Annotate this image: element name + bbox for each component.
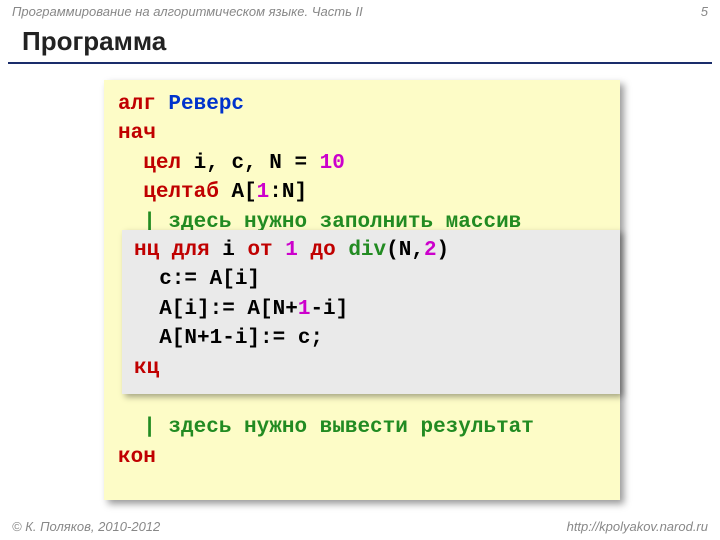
arr-b: :N] bbox=[269, 181, 307, 204]
footer: © К. Поляков, 2010-2012 http://kpolyakov… bbox=[12, 519, 708, 534]
course-title: Программирование на алгоритмическом язык… bbox=[12, 4, 363, 19]
kw-alg: алг bbox=[118, 93, 168, 116]
top-bar: Программирование на алгоритмическом язык… bbox=[12, 4, 708, 19]
kw-nach: нач bbox=[118, 122, 156, 145]
kw-ot: от bbox=[247, 239, 272, 262]
kw-kon: кон bbox=[118, 446, 156, 469]
num-1b: 1 bbox=[285, 239, 298, 262]
num-1: 1 bbox=[257, 181, 270, 204]
kw-cel: цел bbox=[143, 152, 181, 175]
alg-name: Реверс bbox=[168, 93, 244, 116]
footer-url: http://kpolyakov.narod.ru bbox=[567, 519, 708, 534]
title-rule bbox=[8, 62, 712, 64]
num-2: 2 bbox=[424, 239, 437, 262]
decl-vars: i, c, N = bbox=[181, 152, 320, 175]
stmt-swap: A[N+1-i]:= c; bbox=[134, 327, 323, 350]
kw-nc-dlya: нц для bbox=[134, 239, 210, 262]
slide-title: Программа bbox=[22, 26, 166, 57]
fn-div: div bbox=[348, 239, 386, 262]
num-10: 10 bbox=[320, 152, 345, 175]
page-number: 5 bbox=[701, 4, 708, 19]
inset-code-block: нц для i от 1 до div(N,2) c:= A[i] A[i]:… bbox=[122, 230, 620, 394]
stmt-c: c:= A[i] bbox=[134, 268, 260, 291]
kw-do: до bbox=[310, 239, 335, 262]
arr-a: A[ bbox=[219, 181, 257, 204]
kw-celtab: целтаб bbox=[143, 181, 219, 204]
kw-kc: кц bbox=[134, 357, 159, 380]
comment-out: | здесь нужно вывести результат bbox=[143, 416, 546, 439]
copyright: © К. Поляков, 2010-2012 bbox=[12, 519, 160, 534]
